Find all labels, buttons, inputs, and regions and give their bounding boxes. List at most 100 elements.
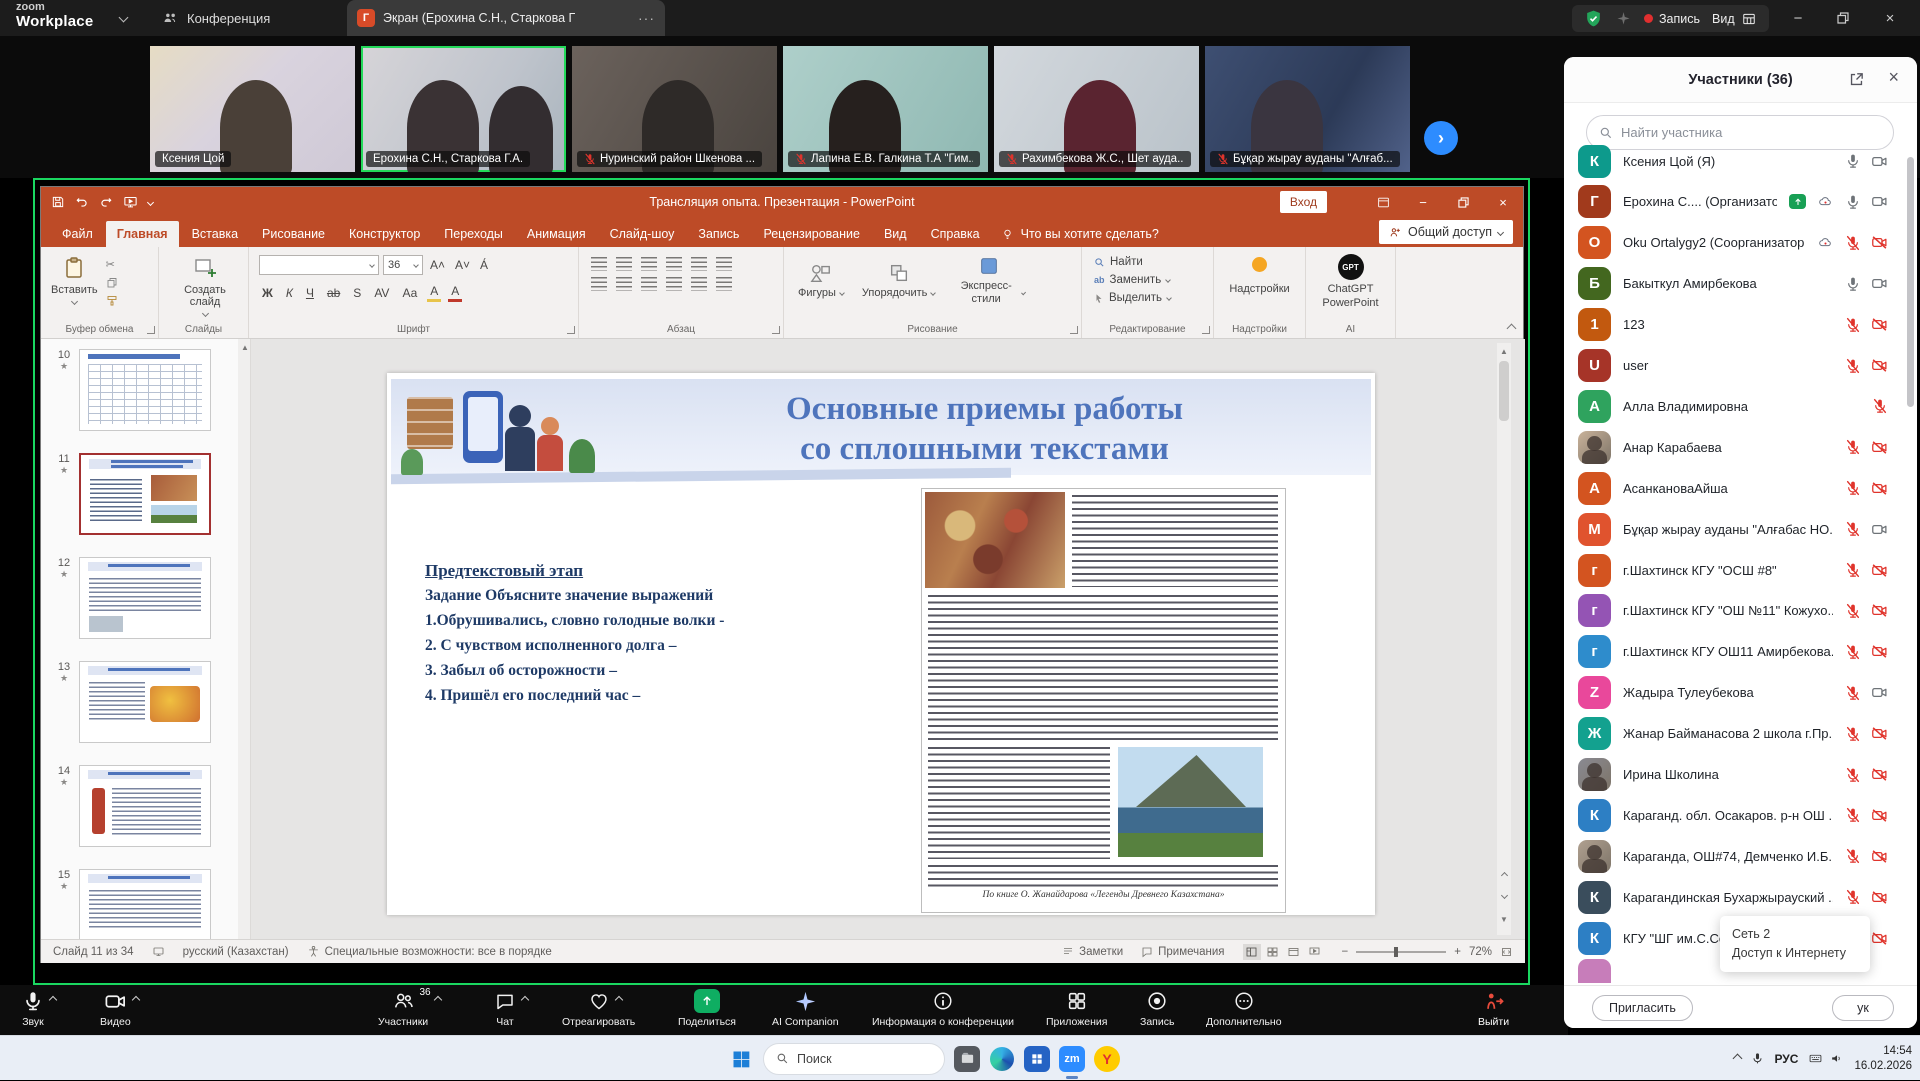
cut-icon[interactable]: ✂	[106, 258, 118, 271]
zoom-percentage[interactable]: 72%	[1469, 946, 1492, 958]
comments-button[interactable]: Примечания	[1141, 946, 1224, 958]
find-button[interactable]: Найти	[1094, 256, 1171, 268]
ribbon-tab-главная[interactable]: Главная	[106, 221, 179, 247]
ribbon-tab-вставка[interactable]: Вставка	[181, 221, 249, 247]
format-painter-icon[interactable]	[106, 295, 118, 307]
columns-button[interactable]	[691, 277, 707, 291]
participant-row[interactable]: ККараганд. обл. Осакаров. р-н ОШ ...	[1578, 795, 1888, 835]
next-page-arrow-button[interactable]: ›	[1424, 121, 1458, 155]
shapes-button[interactable]: Фигуры	[798, 262, 844, 299]
participants-scrollbar[interactable]	[1907, 157, 1914, 407]
edge-browser-icon[interactable]	[989, 1046, 1015, 1072]
video-thumbnail[interactable]: Бұқар жырау ауданы "Алғаб...	[1205, 46, 1410, 172]
recording-indicator[interactable]: Запись	[1644, 12, 1700, 26]
undo-icon[interactable]	[75, 195, 89, 209]
quick-styles-button[interactable]: Экспресс-стили	[953, 255, 1025, 306]
slideshow-icon[interactable]	[123, 195, 138, 210]
participant-row[interactable]: ККарагандинская Бухаржырауский ...	[1578, 877, 1888, 917]
reading-view-button[interactable]	[1285, 944, 1303, 960]
window-restore-button[interactable]	[1823, 0, 1863, 36]
indent-decrease-button[interactable]	[641, 257, 657, 271]
font-color-button[interactable]: А	[448, 283, 462, 302]
italic-button[interactable]: К	[283, 285, 296, 301]
accessibility-status[interactable]: Специальные возможности: все в порядке	[307, 945, 552, 958]
qat-customize-chevron[interactable]	[147, 198, 154, 205]
notes-button[interactable]: Заметки	[1062, 946, 1123, 958]
slideshow-view-button[interactable]	[1306, 944, 1324, 960]
toolbar-record-button[interactable]: Запись	[1140, 989, 1174, 1028]
participant-row[interactable]: гг.Шахтинск КГУ ОШ11 Амирбекова...	[1578, 632, 1888, 672]
participant-row[interactable]: ББакыткул Амирбекова	[1578, 264, 1888, 304]
ai-sparkle-icon[interactable]	[1615, 10, 1632, 27]
slide-sorter-view-button[interactable]	[1264, 944, 1282, 960]
security-shield-icon[interactable]	[1584, 9, 1603, 28]
slide-thumbnail-14[interactable]	[79, 765, 211, 847]
ribbon-tab-файл[interactable]: Файл	[51, 221, 104, 247]
underline-button[interactable]: Ч	[303, 285, 317, 301]
text-direction-button[interactable]	[716, 257, 732, 271]
fit-slide-button[interactable]	[1500, 946, 1513, 958]
redo-icon[interactable]	[99, 195, 113, 209]
chevron-up-icon[interactable]	[614, 996, 622, 1004]
language-switcher[interactable]: РУС	[1774, 1052, 1798, 1066]
participant-row[interactable]: гг.Шахтинск КГУ "ОШ №11" Кожухо...	[1578, 591, 1888, 631]
justify-button[interactable]	[666, 277, 682, 291]
align-center-button[interactable]	[616, 277, 632, 291]
ribbon-tab-переходы[interactable]: Переходы	[433, 221, 514, 247]
toolbar-apps-button[interactable]: Приложения	[1046, 989, 1107, 1028]
clear-format-button[interactable]: А́	[477, 257, 491, 273]
toolbar-sparkle-button[interactable]: AI Companion	[772, 989, 839, 1028]
paste-button[interactable]: Вставить	[51, 255, 98, 307]
participant-row[interactable]: гг.Шахтинск КГУ "ОСШ #8"	[1578, 550, 1888, 590]
font-name-combo[interactable]	[259, 255, 379, 275]
tray-expand-chevron[interactable]	[1733, 1054, 1743, 1064]
slide-thumbnail-12[interactable]	[79, 557, 211, 639]
clipboard-dialog-launcher[interactable]	[147, 326, 155, 334]
participant-row[interactable]: Караганда, ОШ#74, Демченко И.Б.	[1578, 836, 1888, 876]
ribbon-options-icon[interactable]	[1363, 187, 1403, 217]
tab-screen-share[interactable]: Г Экран (Ерохина С.Н., Старкова Г ···	[347, 0, 665, 36]
shrink-font-button[interactable]: А˅	[452, 257, 473, 273]
participant-row[interactable]: ZЖадыра Тулеубекова	[1578, 673, 1888, 713]
slide-scroll-down[interactable]: ▼	[1497, 911, 1511, 927]
ppt-restore-button[interactable]	[1443, 187, 1483, 217]
ribbon-tab-вид[interactable]: Вид	[873, 221, 918, 247]
chevron-up-icon[interactable]	[132, 996, 140, 1004]
zoom-in-button[interactable]: +	[1454, 946, 1461, 958]
bold-button[interactable]: Ж	[259, 285, 276, 301]
ribbon-tab-анимация[interactable]: Анимация	[516, 221, 597, 247]
tray-icons[interactable]	[1808, 1052, 1844, 1065]
window-minimize-button[interactable]: −	[1778, 0, 1818, 36]
change-case-button[interactable]: Аа	[399, 285, 420, 301]
workspace-chevron-icon[interactable]	[119, 13, 129, 23]
participant-row[interactable]: Анар Карабаева	[1578, 427, 1888, 467]
toolbar-mic-button[interactable]: Звук	[22, 989, 44, 1028]
select-button[interactable]: Выделить	[1094, 292, 1171, 304]
tab-meeting[interactable]: Конференция	[152, 0, 280, 36]
participant-row[interactable]: ААсанкановаАйша	[1578, 468, 1888, 508]
paragraph-dialog-launcher[interactable]	[772, 326, 780, 334]
video-thumbnail[interactable]: Ксения Цой	[150, 46, 355, 172]
participant-row[interactable]: ГЕрохина С.... (Организатор)	[1578, 182, 1888, 222]
ribbon-tab-слайд-шоу[interactable]: Слайд-шоу	[599, 221, 686, 247]
popout-icon[interactable]	[1848, 71, 1865, 88]
toolbar-cam-button[interactable]: Видео	[100, 989, 131, 1028]
participant-row[interactable]: ОOku Ortalygy2 (Соорганизатор)	[1578, 223, 1888, 263]
align-right-button[interactable]	[641, 277, 657, 291]
addins-button[interactable]: Надстройки	[1214, 257, 1305, 295]
font-dialog-launcher[interactable]	[567, 326, 575, 334]
grow-font-button[interactable]: А˄	[427, 257, 448, 273]
video-thumbnail[interactable]: Рахимбекова Ж.С., Шет ауда...	[994, 46, 1199, 172]
window-close-button[interactable]: ×	[1870, 0, 1910, 36]
highlight-button[interactable]: А	[427, 283, 441, 302]
copy-icon[interactable]	[106, 277, 118, 289]
prev-slide-button[interactable]	[1497, 867, 1511, 883]
char-spacing-button[interactable]: AV	[371, 285, 392, 301]
indent-increase-button[interactable]	[666, 257, 682, 271]
video-thumbnail[interactable]: Нуринский район Шкенова ...	[572, 46, 777, 172]
save-icon[interactable]	[51, 195, 65, 209]
ribbon-tab-конструктор[interactable]: Конструктор	[338, 221, 431, 247]
zoom-app-icon[interactable]: zm	[1059, 1046, 1085, 1072]
collapse-ribbon-chevron[interactable]	[1507, 324, 1517, 334]
toolbar-chat-button[interactable]: Чат	[494, 989, 516, 1028]
